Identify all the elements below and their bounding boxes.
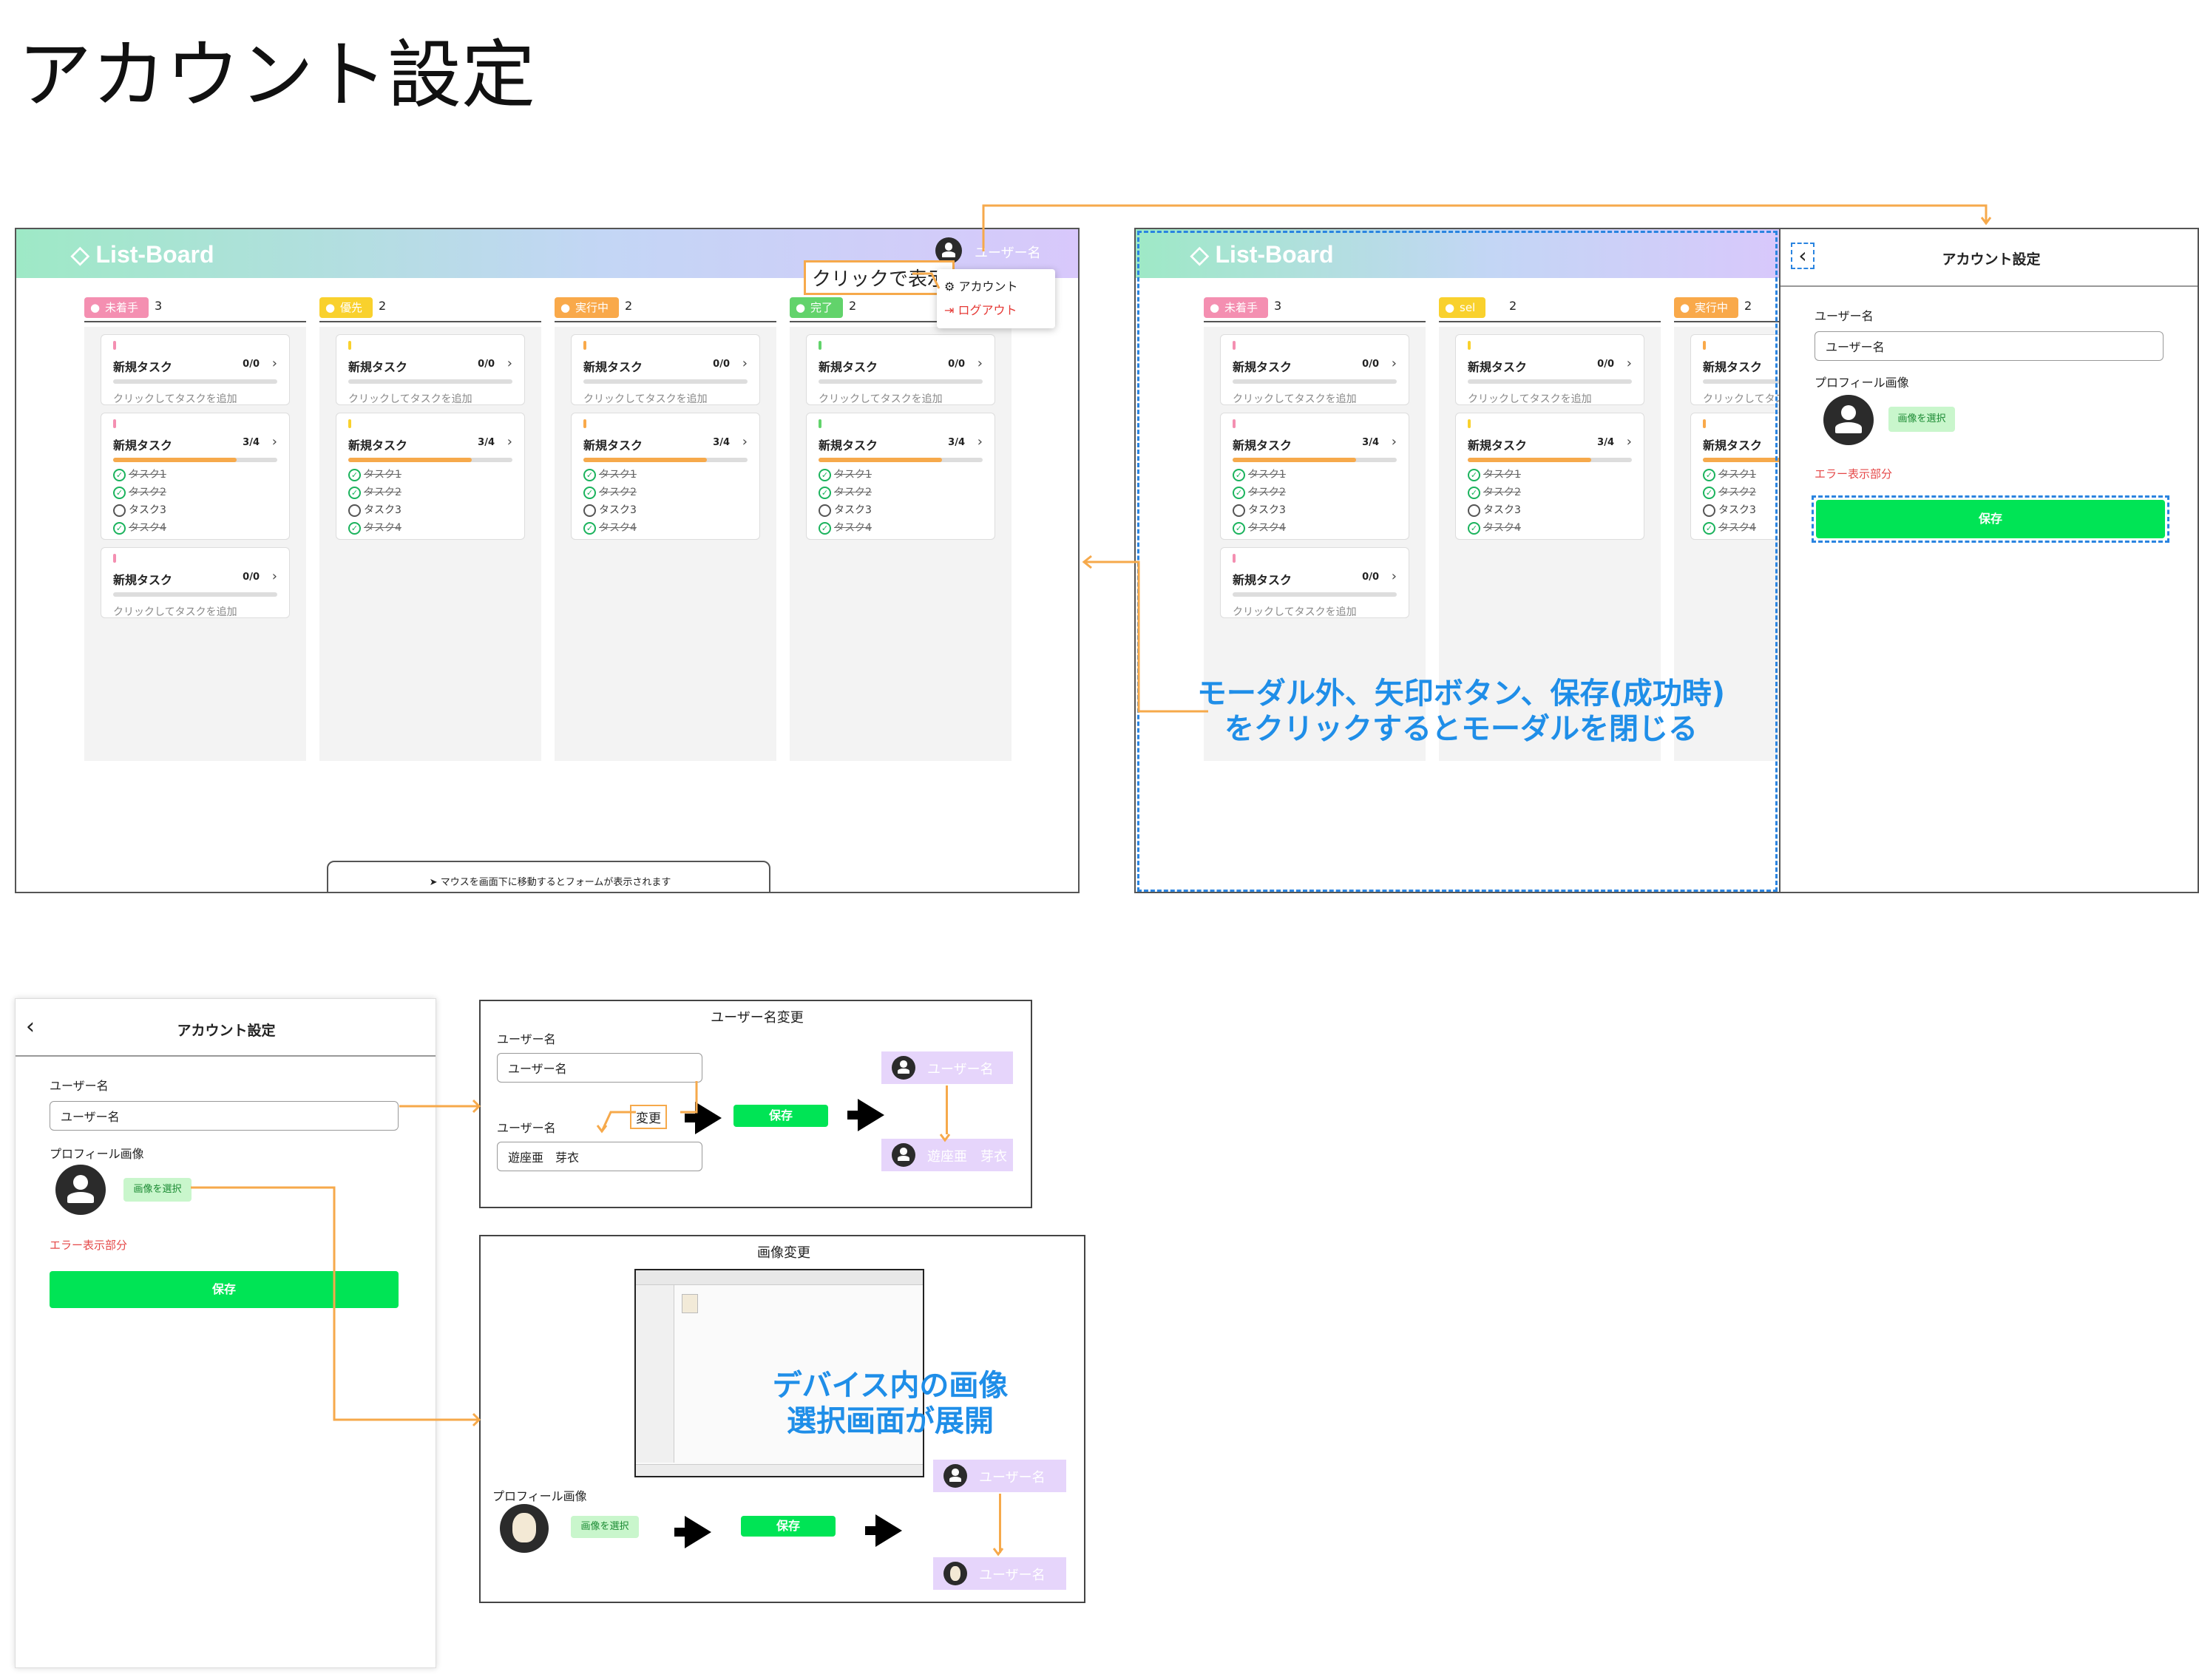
flow-connectors: [191, 204, 1992, 1557]
